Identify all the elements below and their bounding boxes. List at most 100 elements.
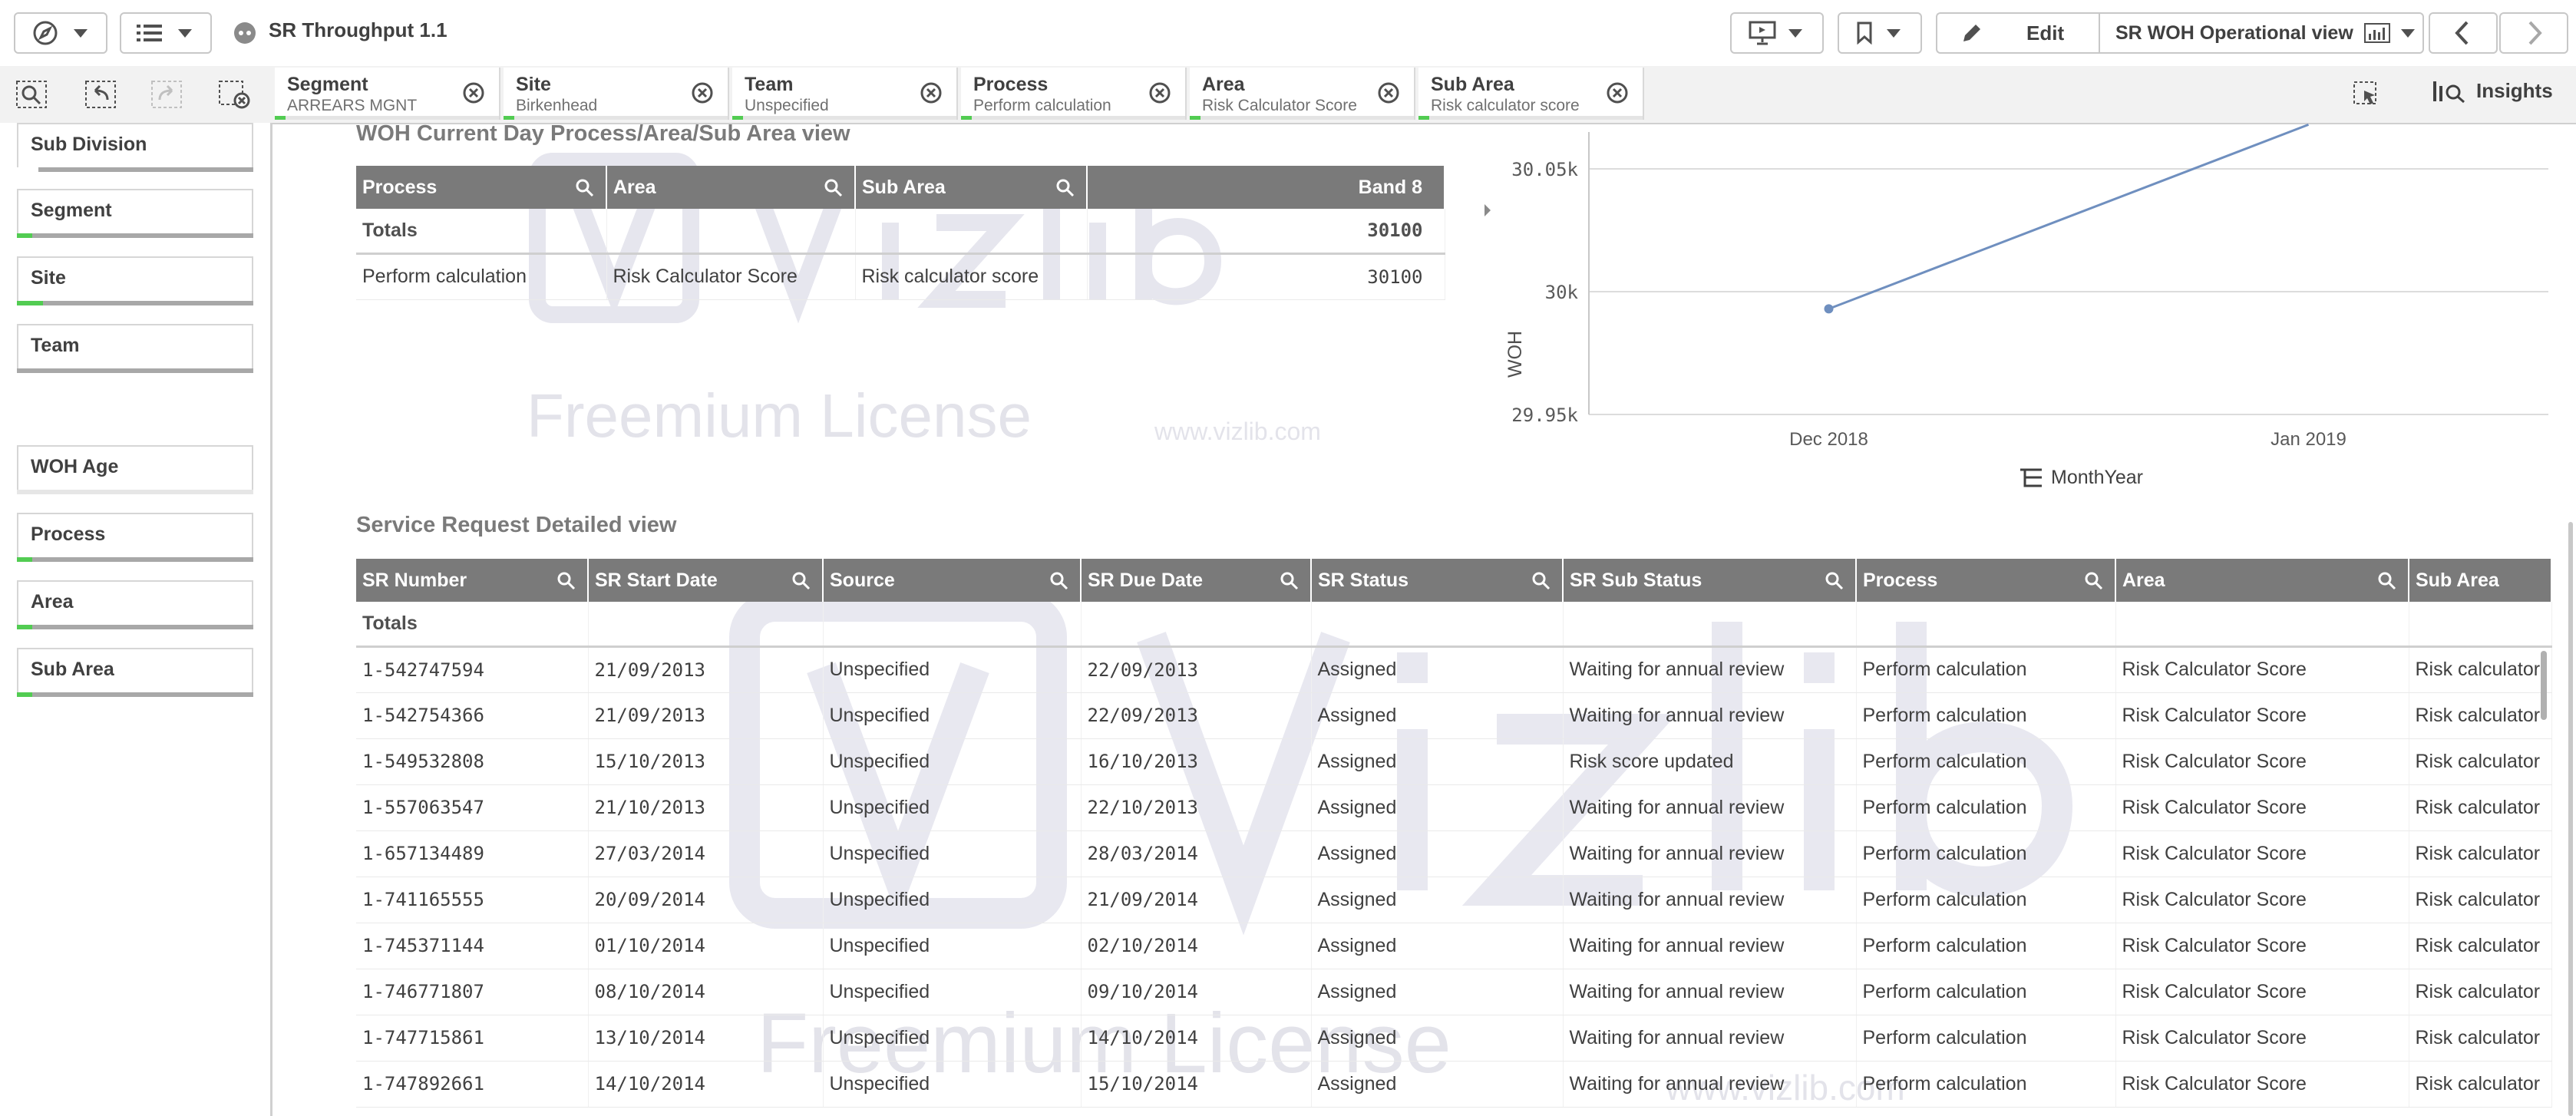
search-icon[interactable] bbox=[1531, 571, 1551, 591]
close-icon[interactable] bbox=[691, 81, 714, 104]
table-cell: Unspecified bbox=[823, 738, 1082, 785]
table-cell: Risk calculator bbox=[2409, 969, 2552, 1015]
navigation-menu-button[interactable] bbox=[14, 12, 107, 54]
close-icon[interactable] bbox=[462, 81, 485, 104]
present-button[interactable] bbox=[1730, 12, 1824, 54]
table-row[interactable]: 1-542747594 21/09/2013 Unspecified 22/09/20… bbox=[356, 646, 2552, 693]
series-line[interactable] bbox=[1828, 123, 2310, 310]
table-cell: Unspecified bbox=[823, 830, 1082, 877]
table-cell: Waiting for annual review bbox=[1563, 784, 1857, 831]
table-cell: 14/10/2014 bbox=[1081, 1015, 1312, 1062]
filter-process[interactable]: Process bbox=[17, 513, 253, 562]
step-forward-icon[interactable] bbox=[150, 80, 183, 109]
table-row[interactable]: Perform calculation Risk Calculator Scor… bbox=[356, 253, 1445, 300]
table-cell: Perform calculation bbox=[1856, 1015, 2116, 1062]
filter-sub-division[interactable]: Sub Division bbox=[17, 123, 253, 172]
table-cell: Risk calculator bbox=[2409, 738, 2552, 785]
step-back-icon[interactable] bbox=[84, 80, 117, 109]
filter-sub-area[interactable]: Sub Area bbox=[17, 648, 253, 697]
table-row[interactable]: 1-745371144 01/10/2014 Unspecified 02/10/20… bbox=[356, 923, 2552, 969]
table-row[interactable]: 1-746771807 08/10/2014 Unspecified 09/10/20… bbox=[356, 969, 2552, 1015]
selection-chip-team[interactable]: Team Unspecified bbox=[732, 68, 958, 120]
edit-button[interactable]: Edit bbox=[1936, 12, 2099, 54]
filter-area[interactable]: Area bbox=[17, 580, 253, 629]
search-icon[interactable] bbox=[575, 178, 595, 198]
table-cell: Perform calculation bbox=[1856, 830, 2116, 877]
table-row[interactable]: 1-542754366 21/09/2013 Unspecified 22/09/20… bbox=[356, 692, 2552, 739]
table-cell: Waiting for annual review bbox=[1563, 877, 1857, 923]
close-icon[interactable] bbox=[1606, 81, 1629, 104]
table-cell: Unspecified bbox=[823, 969, 1082, 1015]
column-header-sr-start-date[interactable]: SR Start Date bbox=[588, 559, 824, 602]
woh-line-chart[interactable]: WOH 30.05k 30k 29.95k Dec 2018 Jan 2019 Mon… bbox=[1474, 123, 2576, 507]
page-scrollbar[interactable] bbox=[2568, 522, 2573, 1116]
table-row[interactable]: 1-741165555 20/09/2014 Unspecified 21/09/20… bbox=[356, 877, 2552, 923]
table-cell: Risk calculator bbox=[2409, 646, 2552, 693]
clear-all-selections-icon[interactable] bbox=[218, 80, 250, 109]
selection-chip-area[interactable]: Area Risk Calculator Score bbox=[1190, 68, 1415, 120]
column-header-sr-due-date[interactable]: SR Due Date bbox=[1081, 559, 1312, 602]
table-cell: 30100 bbox=[1087, 253, 1445, 300]
smart-search-icon[interactable] bbox=[15, 80, 48, 109]
table-cell: Unspecified bbox=[823, 1061, 1082, 1108]
bookmarks-button[interactable] bbox=[1838, 12, 1922, 54]
filter-team[interactable]: Team bbox=[17, 324, 253, 373]
selection-tool-icon[interactable] bbox=[2352, 80, 2381, 109]
filter-site[interactable]: Site bbox=[17, 256, 253, 305]
search-icon[interactable] bbox=[1055, 178, 1075, 198]
search-icon[interactable] bbox=[824, 178, 844, 198]
column-header-sr-sub-status[interactable]: SR Sub Status bbox=[1563, 559, 1857, 602]
data-point[interactable] bbox=[1824, 304, 1834, 314]
filter-label: Process bbox=[31, 523, 106, 545]
filter-state-bar bbox=[17, 368, 253, 373]
filter-label: Sub Division bbox=[31, 134, 147, 155]
previous-sheet-button[interactable] bbox=[2429, 12, 2498, 54]
selection-chip-site[interactable]: Site Birkenhead bbox=[504, 68, 729, 120]
search-icon[interactable] bbox=[1280, 571, 1300, 591]
column-header-sub-area[interactable]: Sub Area bbox=[2409, 559, 2552, 602]
search-icon[interactable] bbox=[556, 571, 576, 591]
column-header-process[interactable]: Process bbox=[1856, 559, 2116, 602]
next-sheet-button[interactable] bbox=[2499, 12, 2568, 54]
filter-woh-age[interactable]: WOH Age bbox=[17, 445, 253, 494]
filter-label: Segment bbox=[31, 200, 112, 221]
detail-table-scrollbar[interactable] bbox=[2541, 651, 2547, 720]
column-header-sub-area[interactable]: Sub Area bbox=[855, 166, 1088, 209]
close-icon[interactable] bbox=[920, 81, 943, 104]
selection-chip-sub-area[interactable]: Sub Area Risk calculator score bbox=[1418, 68, 1644, 120]
close-icon[interactable] bbox=[1148, 81, 1171, 104]
table-cell: Waiting for annual review bbox=[1563, 1061, 1857, 1108]
table-row[interactable]: 1-657134489 27/03/2014 Unspecified 28/03/20… bbox=[356, 830, 2552, 877]
sheet-selector[interactable]: SR WOH Operational view bbox=[2099, 12, 2424, 54]
scroll-left-icon[interactable] bbox=[1485, 204, 1491, 216]
column-header-process[interactable]: Process bbox=[356, 166, 607, 209]
column-header-area[interactable]: Area bbox=[2115, 559, 2409, 602]
insights-label: Insights bbox=[2476, 78, 2553, 102]
table-row[interactable]: 1-549532808 15/10/2013 Unspecified 16/10/20… bbox=[356, 738, 2552, 785]
search-icon[interactable] bbox=[2084, 571, 2104, 591]
filter-segment[interactable]: Segment bbox=[17, 189, 253, 238]
search-icon[interactable] bbox=[2377, 571, 2397, 591]
column-header-area[interactable]: Area bbox=[606, 166, 856, 209]
close-icon[interactable] bbox=[1377, 81, 1400, 104]
insights-button[interactable]: Insights bbox=[2432, 77, 2553, 104]
table-row[interactable]: 1-747715861 13/10/2014 Unspecified 14/10/20… bbox=[356, 1015, 2552, 1062]
search-icon[interactable] bbox=[791, 571, 811, 591]
search-icon[interactable] bbox=[1049, 571, 1069, 591]
table-row[interactable]: 1-557063547 21/10/2013 Unspecified 22/10/20… bbox=[356, 784, 2552, 831]
table-row[interactable]: 1-747892661 14/10/2014 Unspecified 15/10/20… bbox=[356, 1061, 2552, 1108]
selection-chip-process[interactable]: Process Perform calculation bbox=[961, 68, 1187, 120]
filter-state-bar bbox=[17, 625, 253, 629]
x-axis-label[interactable]: MonthYear bbox=[2019, 467, 2143, 489]
column-header-sr-number[interactable]: SR Number bbox=[356, 559, 589, 602]
column-header-source[interactable]: Source bbox=[823, 559, 1082, 602]
table-cell: Unspecified bbox=[823, 1015, 1082, 1062]
column-header-sr-status[interactable]: SR Status bbox=[1311, 559, 1564, 602]
column-header-band-8[interactable]: Band 8 bbox=[1087, 166, 1445, 209]
sheet-list-button[interactable] bbox=[120, 12, 212, 54]
chevron-down-icon bbox=[178, 28, 192, 38]
table-cell: 15/10/2014 bbox=[1081, 1061, 1312, 1108]
chevron-right-icon bbox=[2525, 20, 2544, 46]
search-icon[interactable] bbox=[1825, 571, 1844, 591]
selection-chip-segment[interactable]: Segment ARREARS MGNT bbox=[275, 68, 500, 120]
